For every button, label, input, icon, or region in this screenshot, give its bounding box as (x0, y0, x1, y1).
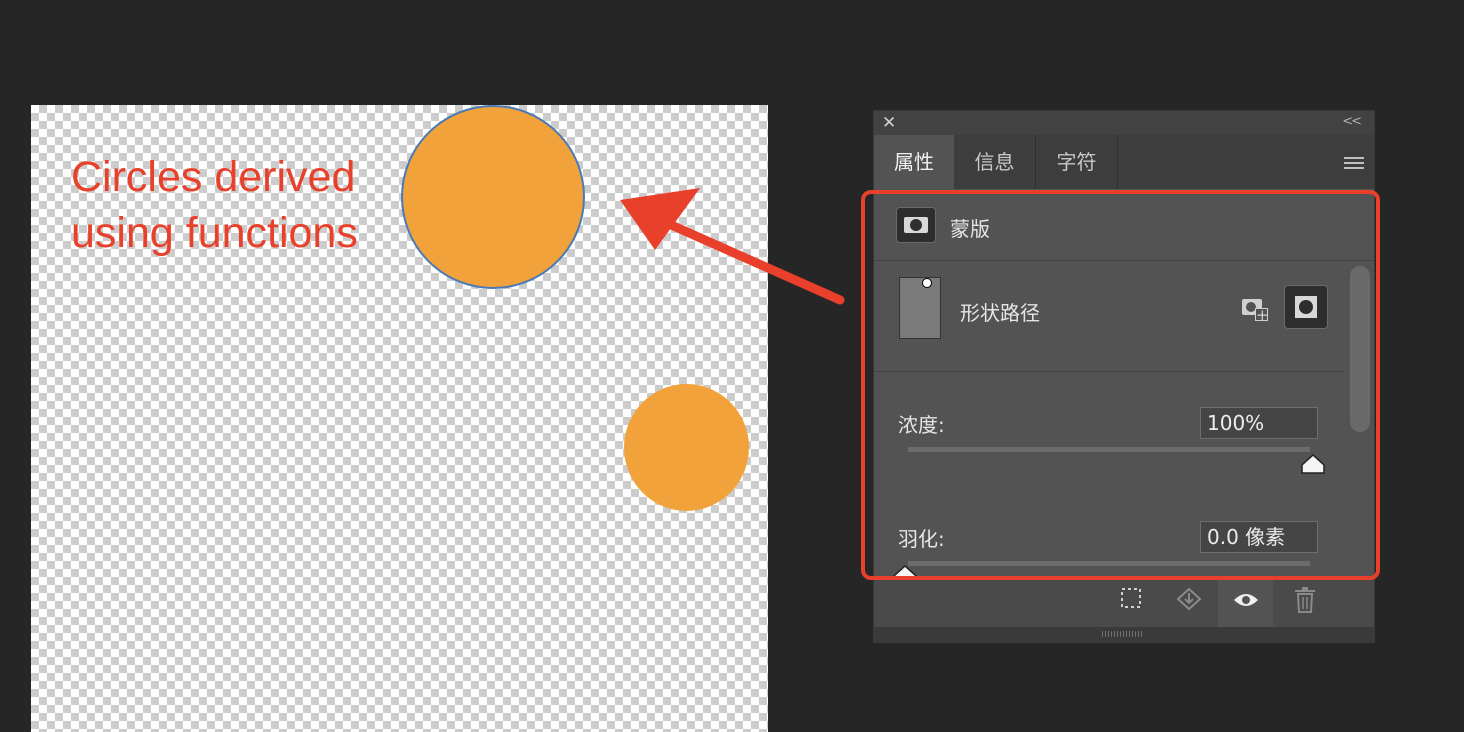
feather-input[interactable]: 0.0 像素 (1200, 521, 1318, 553)
shape-path-label: 形状路径 (960, 301, 1040, 325)
mask-icon (896, 207, 936, 243)
tab-character[interactable]: 字符 (1036, 135, 1118, 189)
mask-label: 蒙版 (950, 217, 990, 241)
annotation-text: Circles derived using functions (71, 149, 401, 261)
vector-mask-thumbnail[interactable] (899, 277, 941, 339)
vector-mask-icon[interactable] (1284, 285, 1328, 329)
small-orange-circle[interactable] (624, 384, 749, 511)
annotation-line-2: using functions (71, 209, 358, 257)
shape-path-row[interactable]: 形状路径 + (874, 261, 1344, 372)
properties-panel: ✕ << 属性 信息 字符 蒙版 形状路径 + 浓度: 100% 羽化: 0.0… (873, 110, 1375, 643)
feather-slider-thumb[interactable] (892, 565, 918, 579)
annotation-arrow (620, 188, 845, 305)
feather-slider-track[interactable] (908, 561, 1310, 566)
double-chevron-left-icon[interactable]: << (1342, 114, 1362, 129)
add-pixel-mask-icon[interactable]: + (1242, 295, 1272, 323)
density-label: 浓度: (898, 413, 945, 437)
large-orange-circle[interactable] (401, 105, 585, 289)
density-slider-track[interactable] (908, 447, 1310, 452)
density-slider-thumb[interactable] (1300, 453, 1326, 475)
annotation-line-1: Circles derived (71, 153, 356, 201)
hamburger-menu-icon[interactable] (1344, 157, 1364, 172)
panel-resize-bar[interactable] (874, 627, 1374, 643)
tab-properties[interactable]: 属性 (874, 135, 954, 189)
mask-row[interactable]: 蒙版 (874, 189, 1374, 261)
tab-info[interactable]: 信息 (954, 135, 1036, 189)
load-selection-icon[interactable] (1115, 587, 1147, 619)
trash-icon[interactable] (1289, 587, 1321, 619)
panel-title-bar: ✕ << (874, 111, 1374, 135)
close-icon[interactable]: ✕ (882, 113, 896, 133)
panel-scrollbar[interactable] (1350, 266, 1370, 432)
density-input[interactable]: 100% (1200, 407, 1318, 439)
feather-label: 羽化: (898, 527, 945, 551)
panel-bottom-toolbar (874, 579, 1374, 627)
resize-grip-icon[interactable] (1102, 631, 1144, 637)
panel-tabs: 属性 信息 字符 (874, 135, 1374, 189)
eye-icon[interactable] (1230, 587, 1262, 619)
apply-mask-icon[interactable] (1173, 587, 1205, 619)
